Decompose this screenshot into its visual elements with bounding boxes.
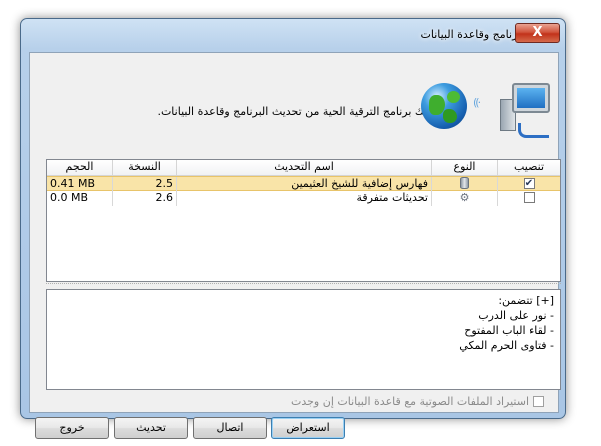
pane-splitter[interactable] (46, 283, 561, 287)
details-line: - نور على الدرب (478, 309, 554, 322)
browse-button[interactable]: استعراض (271, 417, 345, 439)
exit-button[interactable]: خروج (35, 417, 109, 439)
connect-button[interactable]: اتصال (193, 417, 267, 439)
wireless-signal-icon: ((· (473, 96, 481, 109)
details-line: - لقاء الباب المفتوح (464, 324, 554, 337)
row-type-cell (432, 177, 498, 192)
computer-network-icon (498, 83, 558, 141)
globe-icon (421, 83, 467, 129)
row-name: فهارس إضافية للشيخ العثيمين (177, 177, 432, 192)
row-install-cell (498, 191, 560, 206)
database-icon (460, 177, 469, 189)
row-type-cell: ⚙ (432, 191, 498, 206)
table-header: الحجم النسخة اسم التحديث النوع تنصيب (47, 160, 560, 176)
update-dialog-window: ترقية البرنامج وقاعدة البيانات X يمكنك ب… (20, 18, 566, 439)
import-audio-label: استيراد الملفات الصوتية مع قاعدة البيانا… (291, 395, 529, 408)
column-header-size[interactable]: الحجم (47, 160, 113, 175)
details-heading[interactable]: [+] تتضمن: (53, 293, 554, 308)
row-install-cell: ✔ (498, 177, 560, 192)
table-row[interactable]: 0.0 MB 2.6 تحديثات متفرقة ⚙ (47, 191, 560, 206)
close-button[interactable]: X (515, 23, 560, 43)
column-header-type[interactable]: النوع (432, 160, 498, 175)
column-header-name[interactable]: اسم التحديث (177, 160, 432, 175)
dialog-client-area: يمكنك برنامج الترقية الحية من تحديث البر… (29, 52, 561, 439)
gear-icon: ⚙ (459, 191, 470, 204)
row-name: تحديثات متفرقة (177, 191, 432, 206)
import-audio-checkbox[interactable] (533, 395, 544, 407)
row-size: 0.41 MB (47, 177, 113, 192)
title-bar[interactable]: ترقية البرنامج وقاعدة البيانات X (21, 19, 565, 51)
install-checkbox[interactable] (523, 191, 535, 203)
details-panel: [+] تتضمن: - نور على الدرب - لقاء الباب … (46, 289, 561, 390)
updates-table[interactable]: الحجم النسخة اسم التحديث النوع تنصيب 0.4… (46, 159, 561, 282)
row-version: 2.6 (113, 191, 177, 206)
intro-text: يمكنك برنامج الترقية الحية من تحديث البر… (157, 105, 443, 118)
column-header-version[interactable]: النسخة (113, 160, 177, 175)
row-version: 2.5 (113, 177, 177, 192)
import-audio-option[interactable]: استيراد الملفات الصوتية مع قاعدة البيانا… (291, 395, 544, 408)
update-button[interactable]: تحديث (114, 417, 188, 439)
column-header-install[interactable]: تنصيب (498, 160, 560, 175)
row-size: 0.0 MB (47, 191, 113, 206)
install-checkbox[interactable]: ✔ (523, 177, 535, 189)
details-line: - فتاوى الحرم المكي (459, 339, 554, 352)
table-row[interactable]: 0.41 MB 2.5 فهارس إضافية للشيخ العثيمين … (47, 176, 560, 192)
